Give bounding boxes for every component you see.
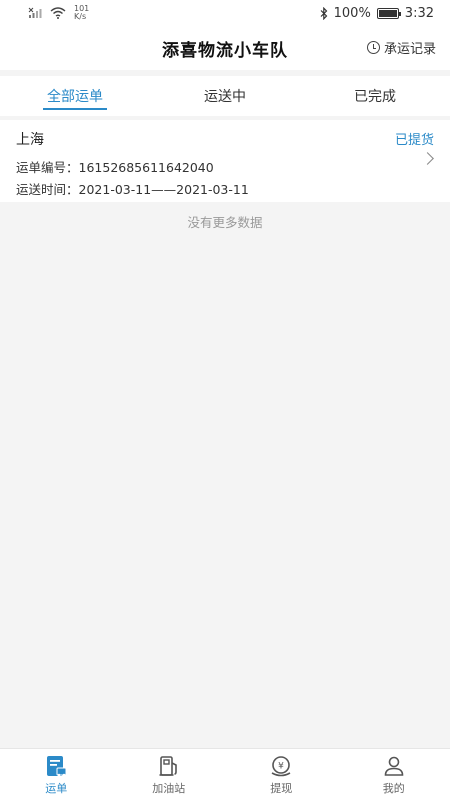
network-speed: 101 K/s <box>74 5 89 21</box>
app-header: 添喜物流小车队 承运记录 <box>0 26 450 70</box>
status-bar: 101 K/s 100% 3:32 <box>0 0 450 26</box>
withdraw-icon: ¥ <box>271 755 291 776</box>
list-end-text: 没有更多数据 <box>187 215 263 230</box>
nav-label: 提现 <box>270 781 293 795</box>
order-time-value: 2021-03-11——2021-03-11 <box>78 182 249 197</box>
tab-label: 已完成 <box>354 89 396 105</box>
tab-label: 全部运单 <box>47 89 103 105</box>
svg-text:¥: ¥ <box>278 761 284 771</box>
order-number-value: 16152685611642040 <box>78 160 214 175</box>
battery-icon <box>376 7 401 19</box>
bottom-nav: 运单 加油站 ¥ 提现 我的 <box>0 748 450 800</box>
tab-all-orders[interactable]: 全部运单 <box>0 76 150 116</box>
tab-label: 运送中 <box>204 89 246 105</box>
wifi-icon <box>50 7 66 19</box>
signal-icon <box>28 7 42 18</box>
gas-station-icon <box>159 755 177 776</box>
status-left: 101 K/s <box>28 5 89 21</box>
nav-item-gas-station[interactable]: 加油站 <box>113 749 226 800</box>
battery-fill <box>378 9 397 17</box>
nav-label: 加油站 <box>152 781 186 795</box>
nav-label: 运单 <box>45 781 68 795</box>
battery-percent: 100% <box>333 5 371 21</box>
order-status-badge: 已提货 <box>394 133 434 148</box>
history-button[interactable]: 承运记录 <box>366 38 436 57</box>
page-title: 添喜物流小车队 <box>162 40 288 61</box>
waybill-icon <box>47 755 67 776</box>
bluetooth-icon <box>320 6 327 20</box>
order-number-label: 运单编号： <box>16 160 79 175</box>
tab-bar: 全部运单 运送中 已完成 <box>0 76 450 116</box>
active-tab-indicator <box>43 108 107 110</box>
user-icon <box>384 756 404 776</box>
nav-label: 我的 <box>382 781 405 795</box>
history-label: 承运记录 <box>383 42 436 57</box>
network-speed-unit: K/s <box>74 12 87 21</box>
status-right: 100% 3:32 <box>320 6 434 21</box>
clock-icon <box>366 41 380 54</box>
tab-in-transit[interactable]: 运送中 <box>150 76 300 116</box>
tab-completed[interactable]: 已完成 <box>300 76 450 116</box>
nav-item-withdraw[interactable]: ¥ 提现 <box>225 749 338 800</box>
order-card[interactable]: 上海 已提货 运单编号：16152685611642040 运送时间：2021-… <box>0 120 450 202</box>
order-time-row: 运送时间：2021-03-11——2021-03-11 <box>16 179 249 198</box>
order-city: 上海 <box>16 132 44 148</box>
order-number-row: 运单编号：16152685611642040 <box>16 157 214 176</box>
nav-item-profile[interactable]: 我的 <box>338 749 450 800</box>
clock-time: 3:32 <box>404 5 434 21</box>
nav-item-waybill[interactable]: 运单 <box>0 749 113 800</box>
chevron-right-icon <box>421 152 434 165</box>
order-time-label: 运送时间： <box>16 182 79 197</box>
